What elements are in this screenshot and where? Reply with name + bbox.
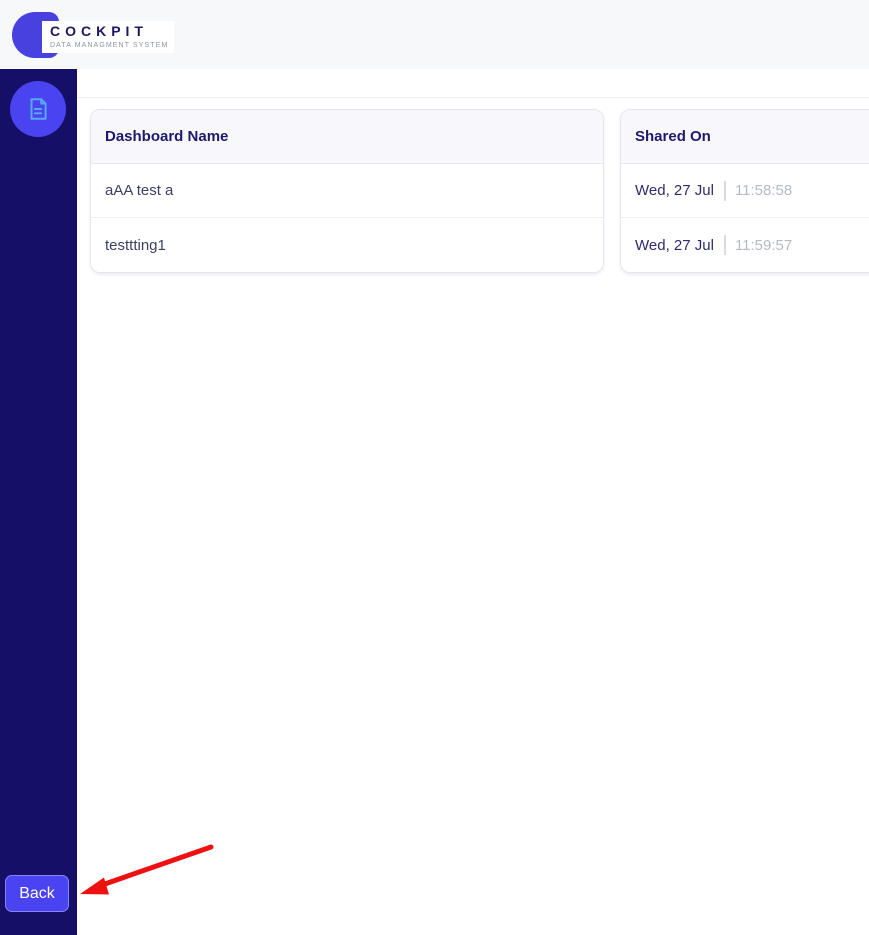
column-header-dashboard-name: Dashboard Name <box>91 110 603 164</box>
sidebar: Back <box>0 69 77 935</box>
date-time-separator <box>723 235 726 255</box>
table-row[interactable]: Wed, 27 Jul 11:58:58 <box>621 164 869 218</box>
table-row[interactable]: aAA test a <box>91 164 603 218</box>
shared-date-value: Wed, 27 Jul <box>635 236 714 254</box>
brand-logo: COCKPIT DATA MANAGMENT SYSTEM <box>12 10 175 60</box>
table-row[interactable]: testtting1 <box>91 218 603 272</box>
shared-time-value: 11:59:57 <box>734 236 793 254</box>
brand-logo-text: COCKPIT DATA MANAGMENT SYSTEM <box>42 21 175 54</box>
document-icon <box>25 96 51 122</box>
brand-tagline: DATA MANAGMENT SYSTEM <box>50 42 169 50</box>
date-time-separator <box>723 180 726 201</box>
table-row[interactable]: Wed, 27 Jul 11:59:57 <box>621 218 869 272</box>
dashboard-name-value: aAA test a <box>105 182 174 199</box>
back-button[interactable]: Back <box>5 875 69 912</box>
sidebar-item-dashboards[interactable] <box>10 81 66 137</box>
dashboard-name-value: testtting1 <box>105 236 166 254</box>
shared-dashboards-table: Dashboard Name aAA test a testtting1 Sha… <box>90 109 869 273</box>
shared-time-value: 11:58:58 <box>734 182 793 199</box>
main-content: Dashboard Name aAA test a testtting1 Sha… <box>77 69 869 935</box>
app-header: COCKPIT DATA MANAGMENT SYSTEM <box>0 0 869 69</box>
column-dashboard-name: Dashboard Name aAA test a testtting1 <box>90 109 604 273</box>
column-shared-on: Shared On Wed, 27 Jul 11:58:58 Wed, 27 J… <box>620 109 869 273</box>
content-divider <box>77 97 869 98</box>
brand-name: COCKPIT <box>50 23 148 39</box>
column-header-shared-on: Shared On <box>621 110 869 164</box>
shared-date-value: Wed, 27 Jul <box>635 182 714 199</box>
